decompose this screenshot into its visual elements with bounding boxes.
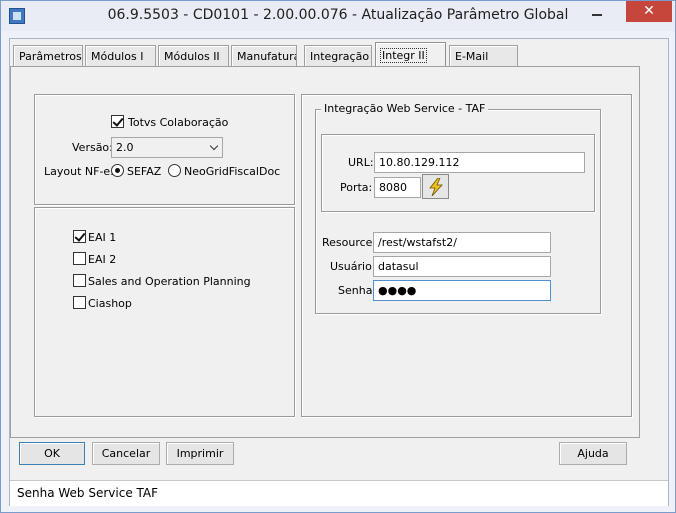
layout-nfe-label: Layout NF-e:	[44, 165, 114, 178]
eai-1-label: EAI 1	[88, 231, 117, 244]
chevron-down-icon	[209, 141, 219, 151]
ajuda-button[interactable]: Ajuda	[559, 442, 627, 465]
ciashop-checkbox[interactable]	[73, 296, 86, 309]
close-icon: ✕	[643, 3, 655, 19]
resource-label: Resource:	[322, 236, 377, 249]
senha-label: Senha:	[338, 284, 377, 297]
layout-neogrid-radio[interactable]	[168, 164, 181, 177]
tab-modulos-ii[interactable]: Módulos II	[158, 45, 229, 67]
imprimir-button[interactable]: Imprimir	[166, 442, 234, 465]
window-title: 06.9.5503 - CD0101 - 2.00.00.076 - Atual…	[107, 7, 569, 23]
tab-integr-ii[interactable]: Integr II	[375, 42, 446, 68]
tab-manufatura[interactable]: Manufatura	[231, 45, 297, 67]
web-service-panel: Integração Web Service - TAF URL: 10.80.…	[301, 94, 632, 417]
senha-input[interactable]: ●●●●	[373, 280, 551, 301]
layout-sefaz-radio[interactable]	[111, 164, 124, 177]
resource-input[interactable]: /rest/wstafst2/	[373, 232, 551, 253]
sales-operation-planning-label: Sales and Operation Planning	[88, 275, 251, 288]
tab-modulos-i[interactable]: Módulos I	[85, 45, 156, 67]
eai-1-checkbox[interactable]	[73, 230, 86, 243]
usuario-label: Usuário:	[330, 260, 376, 273]
usuario-input[interactable]: datasul	[373, 256, 551, 277]
web-service-taf-group: Integração Web Service - TAF URL: 10.80.…	[315, 102, 601, 314]
layout-neogrid-label: NeoGridFiscalDoc	[184, 165, 281, 178]
versao-value: 2.0	[116, 141, 134, 154]
versao-label: Versão:	[72, 141, 113, 154]
dialog-body: Parâmetros Módulos I Módulos II Manufatu…	[9, 38, 669, 506]
tab-e-mail[interactable]: E-Mail	[449, 45, 518, 67]
cancelar-button[interactable]: Cancelar	[92, 442, 160, 465]
ciashop-label: Ciashop	[88, 297, 132, 310]
button-row: OK Cancelar Imprimir Ajuda	[10, 442, 668, 478]
minimize-button[interactable]	[583, 3, 611, 24]
lightning-icon	[429, 178, 443, 196]
url-label: URL:	[348, 156, 374, 169]
eai-group: EAI 1 EAI 2 Sales and Operation Planning…	[34, 207, 295, 417]
tab-page-integr-ii: Totvs Colaboração Versão: 2.0 Layout NF-…	[10, 66, 640, 438]
eai-2-checkbox[interactable]	[73, 252, 86, 265]
totvs-colaboracao-checkbox[interactable]	[111, 115, 124, 128]
close-button[interactable]: ✕	[626, 1, 672, 22]
url-input[interactable]: 10.80.129.112	[374, 152, 585, 173]
connection-group: URL: 10.80.129.112 Porta: 8080	[321, 134, 595, 212]
totvs-colaboracao-group: Totvs Colaboração Versão: 2.0 Layout NF-…	[34, 94, 295, 205]
porta-label: Porta:	[340, 181, 373, 194]
tab-parametros[interactable]: Parâmetros	[13, 45, 83, 67]
app-window: 06.9.5503 - CD0101 - 2.00.00.076 - Atual…	[0, 0, 676, 513]
porta-input[interactable]: 8080	[374, 177, 421, 198]
eai-2-label: EAI 2	[88, 253, 117, 266]
ok-button[interactable]: OK	[19, 442, 85, 465]
title-bar[interactable]: 06.9.5503 - CD0101 - 2.00.00.076 - Atual…	[1, 1, 675, 31]
status-bar: Senha Web Service TAF	[10, 480, 668, 506]
layout-sefaz-label: SEFAZ	[127, 165, 162, 178]
status-text: Senha Web Service TAF	[17, 486, 159, 500]
sales-operation-planning-checkbox[interactable]	[73, 274, 86, 287]
test-connection-button[interactable]	[422, 174, 449, 199]
tab-integracao[interactable]: Integração	[304, 45, 372, 67]
totvs-colaboracao-label: Totvs Colaboração	[128, 116, 229, 129]
web-service-taf-legend: Integração Web Service - TAF	[321, 102, 489, 115]
versao-select[interactable]: 2.0	[111, 137, 223, 158]
